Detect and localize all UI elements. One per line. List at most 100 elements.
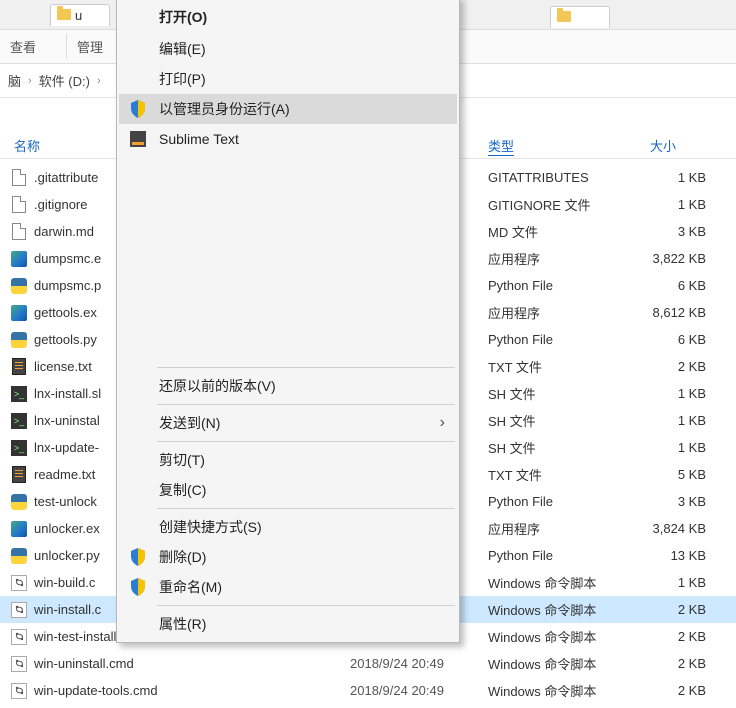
tab[interactable]	[550, 6, 610, 28]
menu-separator	[157, 441, 455, 442]
file-type: Python File	[488, 494, 553, 509]
file-size: 5 KB	[630, 467, 706, 482]
chevron-right-icon: ›	[440, 414, 445, 432]
file-size: 1 KB	[630, 197, 706, 212]
shield-icon	[127, 576, 149, 598]
menu-open[interactable]: 打开(O)	[119, 0, 457, 34]
menu-gap	[119, 154, 457, 364]
menu-separator	[157, 404, 455, 405]
menu-separator	[157, 508, 455, 509]
menu-print[interactable]: 打印(P)	[119, 64, 457, 94]
file-size: 1 KB	[630, 575, 706, 590]
sublime-icon	[127, 128, 149, 150]
file-size: 3 KB	[630, 494, 706, 509]
menu-label: 复制(C)	[159, 480, 206, 500]
file-type: 应用程序	[488, 303, 540, 322]
menu-label: 剪切(T)	[159, 450, 205, 470]
menu-label: 发送到(N)	[159, 413, 220, 433]
file-type: GITIGNORE 文件	[488, 195, 591, 214]
column-name[interactable]: 名称	[14, 136, 40, 155]
txt-icon	[10, 466, 28, 484]
file-size: 1 KB	[630, 170, 706, 185]
context-menu: 打开(O) 编辑(E) 打印(P) 以管理员身份运行(A) Sublime Te…	[116, 0, 460, 643]
sh-icon: >_	[10, 412, 28, 430]
py-icon	[10, 493, 28, 511]
file-size: 13 KB	[630, 548, 706, 563]
menu-rename[interactable]: 重命名(M)	[119, 572, 457, 602]
doc-icon	[10, 169, 28, 187]
menu-label: Sublime Text	[159, 131, 239, 147]
menu-label: 还原以前的版本(V)	[159, 376, 276, 396]
file-row[interactable]: win-uninstall.cmd2018/9/24 20:49Windows …	[0, 650, 736, 677]
file-size: 2 KB	[630, 359, 706, 374]
file-size: 3,822 KB	[630, 251, 706, 266]
menu-delete[interactable]: 删除(D)	[119, 542, 457, 572]
file-size: 1 KB	[630, 386, 706, 401]
chevron-right-icon: ›	[25, 75, 35, 87]
menu-label: 创建快捷方式(S)	[159, 517, 262, 537]
file-type: Python File	[488, 548, 553, 563]
menu-label: 打印(P)	[159, 69, 206, 89]
menu-sublime[interactable]: Sublime Text	[119, 124, 457, 154]
menu-label: 编辑(E)	[159, 39, 206, 59]
file-type: Python File	[488, 332, 553, 347]
menu-send-to[interactable]: 发送到(N) ›	[119, 408, 457, 438]
shield-icon	[127, 546, 149, 568]
file-type: SH 文件	[488, 411, 536, 430]
file-type: SH 文件	[488, 438, 536, 457]
py-icon	[10, 331, 28, 349]
menu-label: 打开(O)	[159, 7, 207, 27]
menu-cut[interactable]: 剪切(T)	[119, 445, 457, 475]
separator	[66, 34, 67, 59]
file-type: Python File	[488, 278, 553, 293]
txt-icon	[10, 358, 28, 376]
ribbon-manage[interactable]: 管理	[77, 37, 103, 56]
menu-copy[interactable]: 复制(C)	[119, 475, 457, 505]
doc-icon	[10, 223, 28, 241]
menu-edit[interactable]: 编辑(E)	[119, 34, 457, 64]
py-icon	[10, 277, 28, 295]
tab[interactable]: u	[50, 4, 110, 26]
file-size: 1 KB	[630, 413, 706, 428]
file-type: 应用程序	[488, 519, 540, 538]
tab-label: u	[75, 8, 82, 23]
file-date: 2018/9/24 20:49	[350, 683, 444, 698]
file-type: 应用程序	[488, 249, 540, 268]
chevron-right-icon: ›	[94, 75, 104, 87]
sh-icon: >_	[10, 385, 28, 403]
file-type: Windows 命令脚本	[488, 600, 596, 619]
exe-icon	[10, 520, 28, 538]
file-date: 2018/9/24 20:49	[350, 656, 444, 671]
menu-label: 删除(D)	[159, 547, 206, 567]
breadcrumb-part[interactable]: 脑	[4, 71, 25, 90]
file-size: 1 KB	[630, 440, 706, 455]
menu-separator	[157, 367, 455, 368]
exe-icon	[10, 250, 28, 268]
file-type: Windows 命令脚本	[488, 573, 596, 592]
menu-shortcut[interactable]: 创建快捷方式(S)	[119, 512, 457, 542]
file-type: TXT 文件	[488, 465, 542, 484]
folder-icon	[557, 11, 571, 22]
file-size: 3,824 KB	[630, 521, 706, 536]
doc-icon	[10, 196, 28, 214]
menu-label: 属性(R)	[159, 614, 206, 634]
menu-restore[interactable]: 还原以前的版本(V)	[119, 371, 457, 401]
column-type[interactable]: 类型	[488, 136, 514, 156]
py-icon	[10, 547, 28, 565]
file-size: 2 KB	[630, 683, 706, 698]
cmd-icon	[10, 655, 28, 673]
exe-icon	[10, 304, 28, 322]
folder-icon	[57, 9, 71, 20]
column-size[interactable]: 大小	[650, 136, 676, 155]
file-type: Windows 命令脚本	[488, 627, 596, 646]
file-name: win-uninstall.cmd	[34, 656, 334, 671]
file-size: 3 KB	[630, 224, 706, 239]
cmd-icon	[10, 682, 28, 700]
breadcrumb-part[interactable]: 软件 (D:)	[35, 71, 94, 90]
menu-properties[interactable]: 属性(R)	[119, 609, 457, 639]
file-row[interactable]: win-update-tools.cmd2018/9/24 20:49Windo…	[0, 677, 736, 704]
ribbon-view[interactable]: 查看	[10, 37, 36, 56]
file-size: 2 KB	[630, 602, 706, 617]
menu-run-as-admin[interactable]: 以管理员身份运行(A)	[119, 94, 457, 124]
file-size: 8,612 KB	[630, 305, 706, 320]
